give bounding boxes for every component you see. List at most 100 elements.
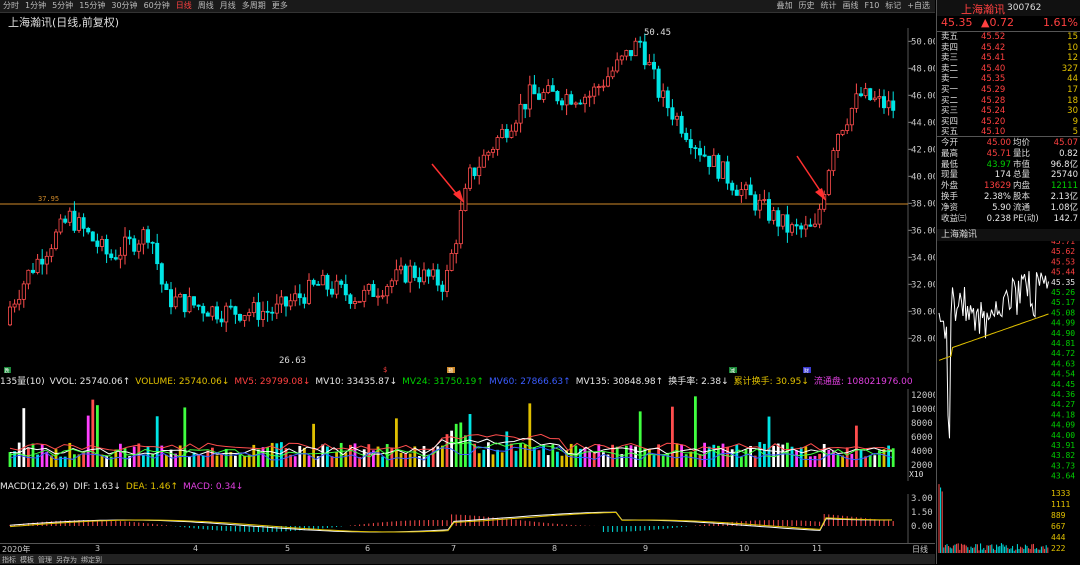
macd-chart[interactable]: 3.00 1.50 0.00 — [0, 494, 935, 544]
period-tab[interactable]: 周线 — [195, 0, 217, 12]
tool-button[interactable]: 叠加 — [774, 0, 796, 12]
add-favorite-button[interactable]: +自选 — [904, 0, 933, 12]
stat-value: 96.8亿 — [1050, 159, 1078, 170]
volume-bar — [206, 450, 210, 467]
stat-label: 流通 — [1013, 202, 1031, 213]
candle-body — [762, 199, 767, 201]
period-tab-more[interactable]: 更多 — [269, 0, 291, 12]
order-book-row[interactable]: 买四 45.20 9 — [937, 117, 1080, 128]
macd-indicator-name: MACD(12,26,9) — [0, 482, 69, 492]
event-marker[interactable]: 财 — [804, 368, 809, 374]
candle-body — [81, 217, 86, 229]
intraday-chart[interactable]: 45.7145.6245.53 45.4445.3545.2645.1745.08… — [937, 241, 1080, 564]
candle-body — [228, 305, 233, 308]
candle-body — [481, 154, 486, 168]
period-tab[interactable]: 多周期 — [239, 0, 269, 12]
period-tab-daily[interactable]: 日线 — [173, 0, 195, 12]
intraday-volume-label: 444 — [1051, 533, 1066, 542]
candle-body — [711, 154, 716, 167]
candle-body — [854, 93, 859, 109]
order-book-row[interactable]: 卖三 45.41 12 — [937, 53, 1080, 64]
volume-bar — [395, 418, 398, 467]
volume-bar — [192, 452, 196, 467]
volume-bar — [868, 455, 872, 467]
period-tab[interactable]: 1分钟 — [22, 0, 49, 12]
volume-bar — [335, 452, 338, 467]
volume-indicator-bar[interactable]: 135量(10) VVOL: 25740.06↑ VOLUME: 25740.06↓… — [0, 376, 935, 389]
tool-button[interactable]: 历史 — [796, 0, 818, 12]
candle-body — [564, 94, 569, 106]
candle-body — [210, 306, 215, 317]
bottom-tab[interactable]: 指标 — [0, 556, 18, 564]
volume-bar — [786, 442, 789, 467]
order-book-row[interactable]: 卖四 45.42 10 — [937, 43, 1080, 54]
price-tick-label: 42.00 — [911, 145, 935, 155]
period-tab[interactable]: 月线 — [217, 0, 239, 12]
candles — [7, 33, 896, 332]
stock-name: 上海瀚讯 — [961, 3, 1005, 16]
candle-body — [886, 100, 891, 109]
volume-bar — [224, 448, 228, 467]
event-marker[interactable]: 预 — [448, 368, 453, 374]
volume-bar — [330, 456, 334, 467]
event-marker[interactable]: 跌 — [5, 368, 10, 374]
tool-button[interactable]: 标记 — [882, 0, 904, 12]
low-price-label: 26.63 — [279, 356, 306, 366]
period-tab[interactable]: 5分钟 — [49, 0, 76, 12]
month-label: 5 — [285, 544, 291, 553]
period-tab[interactable]: 30分钟 — [108, 0, 140, 12]
bottom-tab[interactable]: 另存为 — [54, 556, 79, 564]
stat-label: 最低 — [941, 159, 959, 170]
period-tab[interactable]: 60分钟 — [141, 0, 173, 12]
candle-body — [403, 265, 408, 283]
volume-bar — [454, 423, 458, 467]
intraday-price-label: 45.62 — [1051, 247, 1075, 256]
tool-button[interactable]: F10 — [862, 0, 883, 12]
event-marker[interactable]: $ — [383, 366, 387, 373]
volume-bar — [666, 452, 670, 467]
stat-value: 142.7 — [1053, 213, 1078, 224]
candle-body — [518, 103, 523, 124]
tool-button[interactable]: 画线 — [840, 0, 862, 12]
candlestick-chart[interactable]: 50.00 48.00 46.00 44.00 42.00 40.00 38.00 36.00… — [0, 28, 935, 373]
intraday-price-label: 43.73 — [1051, 461, 1075, 470]
candle-body — [679, 115, 684, 134]
month-label: 8 — [552, 544, 558, 553]
bottom-tab[interactable]: 绑定到 — [79, 556, 104, 564]
candle-body — [734, 189, 739, 196]
candle-body — [270, 311, 275, 314]
volume-bar — [431, 447, 435, 467]
event-marker[interactable]: 减 — [730, 368, 735, 374]
quote-stat-row: 外盘 13629 内盘 12111 — [937, 181, 1080, 192]
candle-body — [145, 229, 150, 243]
order-book-row[interactable]: 卖二 45.40 327 — [937, 64, 1080, 75]
stat-value: 0.82 — [1059, 148, 1078, 159]
order-level-label: 买一 — [941, 85, 959, 95]
volume-bar — [243, 456, 246, 467]
period-tab[interactable]: 15分钟 — [76, 0, 108, 12]
candle-body — [693, 147, 698, 150]
period-tab[interactable]: 分时 — [0, 0, 22, 12]
tool-button[interactable]: 统计 — [818, 0, 840, 12]
order-book-row[interactable]: 卖一 45.35 44 — [937, 74, 1080, 85]
order-book-row[interactable]: 买三 45.24 30 — [937, 106, 1080, 117]
volume-tick-label: 6000 — [911, 433, 933, 443]
volume-chart[interactable]: 12000100008000600040002000 X10 — [0, 389, 935, 481]
candle-body — [826, 170, 831, 195]
bottom-tab[interactable]: 管理 — [36, 556, 54, 564]
macd-indicator-bar[interactable]: MACD(12,26,9) DIF: 1.63↓ DEA: 1.46↑ MACD: 0… — [0, 481, 935, 494]
stat-value: 2.38% — [983, 192, 1011, 202]
candle-body — [794, 224, 799, 227]
stat-value: 12111 — [1050, 181, 1078, 192]
order-book-row[interactable]: 买一 45.29 17 — [937, 85, 1080, 96]
volume-bar — [123, 448, 127, 467]
order-level-label: 卖一 — [941, 74, 959, 84]
volume-bar — [280, 442, 283, 467]
stat-value: 25740 — [1050, 170, 1078, 181]
order-volume: 12 — [1067, 53, 1078, 63]
bottom-tab[interactable]: 模板 — [18, 556, 36, 564]
candle-body — [67, 210, 72, 223]
order-book-row[interactable]: 卖五 45.52 15 — [937, 32, 1080, 43]
order-book-row[interactable]: 买二 45.28 18 — [937, 96, 1080, 107]
volume-bar — [201, 455, 205, 467]
